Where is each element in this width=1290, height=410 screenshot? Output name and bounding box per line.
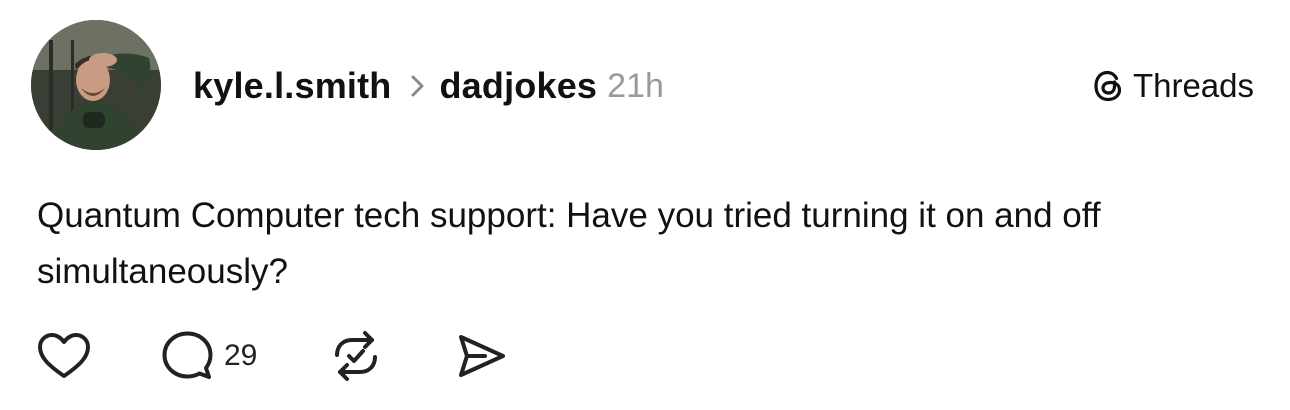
post-actions: 29	[36, 328, 509, 384]
threads-logo-icon	[1091, 69, 1125, 103]
like-button[interactable]	[36, 331, 92, 381]
speech-bubble-icon	[160, 329, 214, 383]
community-name[interactable]: dadjokes	[439, 65, 597, 107]
heart-icon	[36, 331, 92, 381]
reply-count: 29	[224, 339, 258, 372]
reply-button[interactable]: 29	[160, 329, 257, 383]
avatar[interactable]	[31, 20, 161, 150]
repost-button[interactable]	[329, 330, 383, 382]
send-icon	[455, 331, 509, 381]
author-username[interactable]: kyle.l.smith	[193, 65, 391, 107]
share-button[interactable]	[455, 331, 509, 381]
post-timestamp: 21h	[607, 66, 664, 105]
chevron-right-icon	[411, 75, 425, 97]
threads-brand[interactable]: Threads	[1091, 66, 1254, 106]
post-text: Quantum Computer tech support: Have you …	[37, 196, 1101, 291]
threads-brand-label: Threads	[1132, 67, 1254, 104]
repost-icon	[329, 330, 383, 382]
post-header: kyle.l.smith dadjokes 21h	[193, 62, 664, 110]
